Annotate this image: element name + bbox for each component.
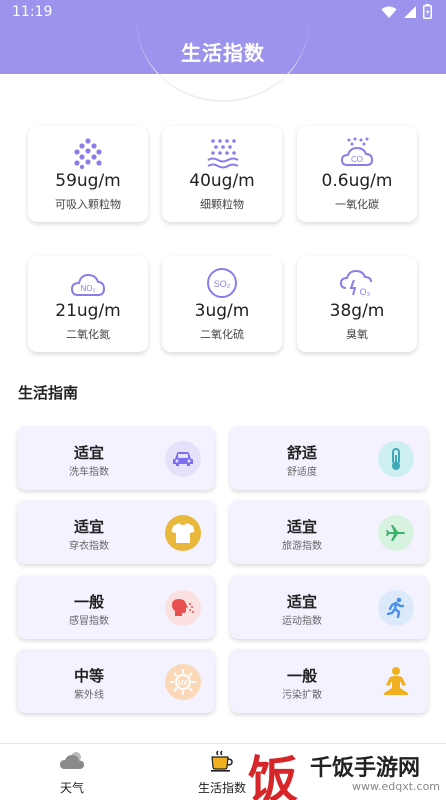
wifi-icon (381, 6, 397, 18)
no2-cloud-icon: NO₂ (71, 273, 105, 296)
guide-card-sport[interactable]: 适宜 运动指数 (230, 575, 428, 639)
aq-label: 二氧化硫 (200, 328, 244, 341)
header-arc-decoration (137, 20, 309, 102)
guide-name: 感冒指数 (69, 616, 109, 627)
watermark-logo: 饭 千饭手游网 www.edqxt.com (248, 742, 446, 800)
guide-card-pollution[interactable]: 一般 污染扩散 (230, 649, 428, 713)
aq-label: 臭氧 (346, 328, 368, 341)
cell-signal-icon (404, 5, 416, 18)
pm25-dots-icon (207, 139, 239, 169)
coffee-cup-icon (211, 750, 233, 772)
guide-card-uv[interactable]: 中等 紫外线 UV (17, 649, 215, 713)
svg-text:NO₂: NO₂ (80, 284, 95, 293)
aq-label: 细颗粒物 (200, 198, 244, 211)
so2-circle-icon: SO₂ (207, 268, 237, 298)
section-title: 生活指南 (18, 384, 79, 402)
tshirt-icon (165, 515, 201, 551)
svg-text:O₃: O₃ (360, 287, 371, 297)
aq-card-no2: NO₂ 21ug/m 二氧化氮 (28, 256, 148, 352)
guide-name: 运动指数 (282, 616, 322, 627)
aq-value: 0.6ug/m (321, 171, 393, 191)
svg-text:UV: UV (178, 680, 188, 687)
svg-text:CO: CO (351, 155, 363, 164)
aq-card-so2: SO₂ 3ug/m 二氧化硫 (162, 256, 282, 352)
uv-sun-icon: UV (165, 664, 201, 700)
status-icons (381, 4, 432, 19)
aq-label: 可吸入颗粒物 (55, 198, 121, 211)
pm10-dots-icon (74, 138, 102, 170)
battery-icon (423, 4, 432, 19)
aq-label: 一氧化碳 (335, 198, 379, 211)
nav-item-weather[interactable]: 天气 (22, 744, 122, 800)
guide-level: 中等 (73, 667, 104, 685)
car-icon (165, 441, 201, 477)
guide-name: 紫外线 (74, 690, 104, 701)
cloud-icon (60, 752, 84, 769)
guide-card-cold[interactable]: 一般 感冒指数 (17, 575, 215, 639)
guide-card-car-wash[interactable]: 适宜 洗车指数 (17, 426, 215, 490)
aq-label: 二氧化氮 (66, 328, 110, 341)
guide-name: 旅游指数 (282, 541, 322, 552)
co-cloud-icon: CO (340, 137, 374, 166)
guide-name: 洗车指数 (69, 467, 109, 478)
aq-value: 40ug/m (189, 171, 255, 191)
aq-value: 21ug/m (55, 301, 121, 321)
watermark-glyph: 饭 (248, 750, 298, 800)
sneeze-icon (165, 590, 201, 626)
guide-card-dressing[interactable]: 适宜 穿衣指数 (17, 500, 215, 564)
aq-card-co: CO 0.6ug/m 一氧化碳 (297, 126, 417, 222)
svg-text:SO₂: SO₂ (214, 279, 231, 289)
ozone-cloud-icon: O₃ (340, 269, 372, 297)
guide-name: 污染扩散 (282, 690, 322, 701)
guide-level: 适宜 (286, 593, 317, 611)
status-time: 11:19 (12, 4, 53, 20)
guide-card-comfort[interactable]: 舒适 舒适度 (230, 426, 428, 490)
nav-label: 天气 (59, 781, 84, 795)
watermark-text: 千饭手游网 (310, 756, 421, 781)
watermark-url: www.edqxt.com (352, 780, 441, 793)
runner-icon (378, 590, 414, 626)
guide-level: 适宜 (73, 444, 104, 462)
aq-card-pm10: 59ug/m 可吸入颗粒物 (28, 126, 148, 222)
aq-value: 38g/m (329, 301, 385, 321)
meditation-icon (378, 664, 414, 700)
thermometer-icon (378, 441, 414, 477)
guide-level: 适宜 (73, 518, 104, 536)
aq-value: 3ug/m (194, 301, 250, 321)
aq-value: 59ug/m (55, 171, 121, 191)
guide-level: 一般 (286, 667, 317, 685)
guide-name: 舒适度 (287, 467, 317, 478)
aq-card-pm25: 40ug/m 细颗粒物 (162, 126, 282, 222)
airplane-icon (378, 515, 414, 551)
guide-level: 舒适 (286, 444, 317, 462)
guide-name: 穿衣指数 (69, 541, 109, 552)
guide-level: 一般 (73, 593, 104, 611)
guide-level: 适宜 (286, 518, 317, 536)
guide-card-travel[interactable]: 适宜 旅游指数 (230, 500, 428, 564)
aq-card-ozone: O₃ 38g/m 臭氧 (297, 256, 417, 352)
